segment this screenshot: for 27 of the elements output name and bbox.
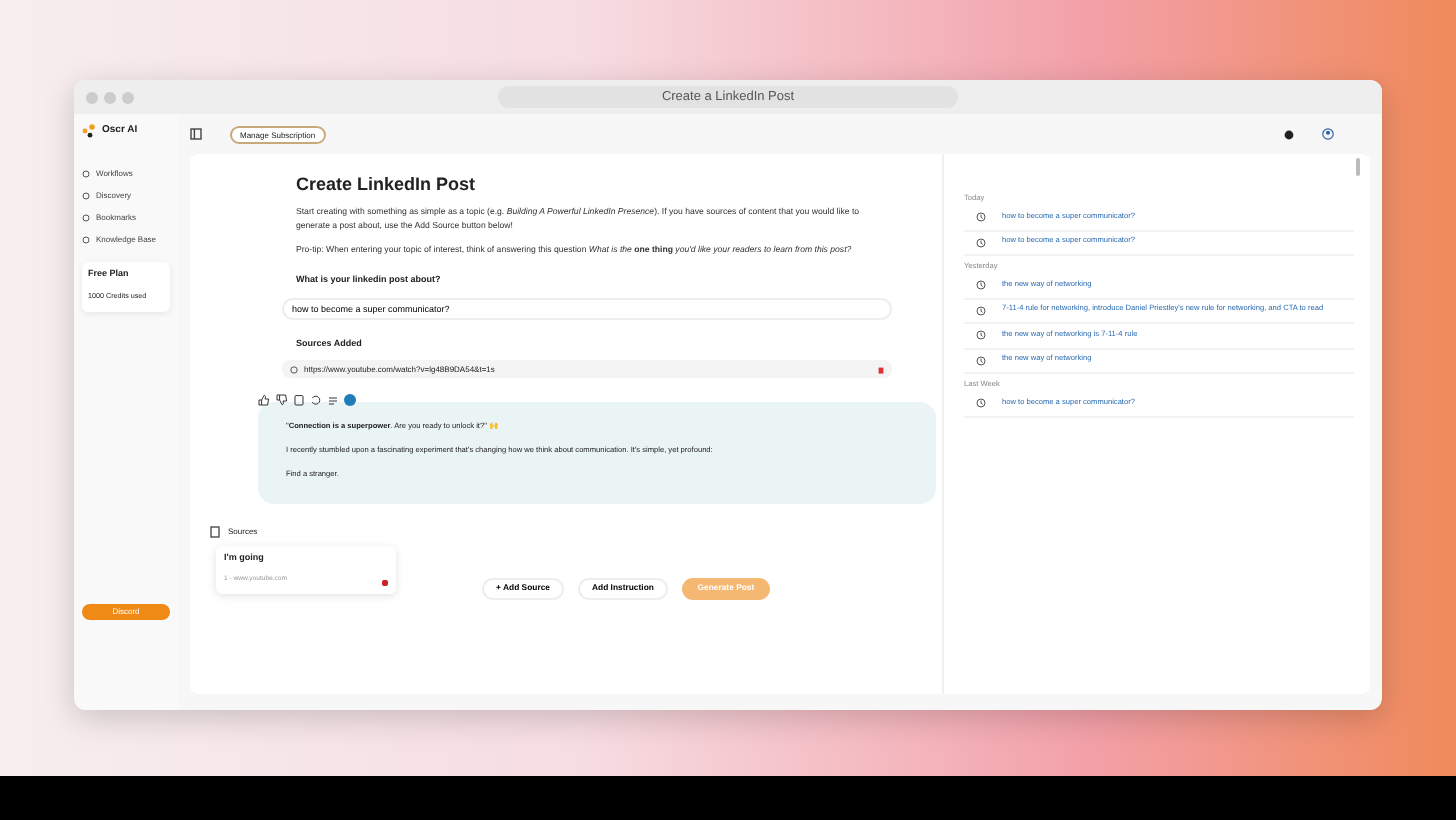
nav-icon xyxy=(82,192,90,200)
clock-icon xyxy=(290,365,298,374)
linkedin-icon[interactable] xyxy=(344,394,356,407)
sidebar-toggle-icon[interactable] xyxy=(190,128,202,140)
book-icon xyxy=(210,526,220,539)
history-icon xyxy=(976,280,986,291)
refresh-icon[interactable] xyxy=(310,394,322,407)
history-icon xyxy=(976,237,986,248)
nav-icon xyxy=(82,170,90,178)
nav-icon xyxy=(82,236,90,244)
nav-icon xyxy=(82,214,90,222)
text-lines-icon[interactable] xyxy=(328,395,338,406)
copy-icon[interactable] xyxy=(294,394,304,407)
logo-icon xyxy=(82,124,96,139)
thumbs-up-icon[interactable] xyxy=(258,394,270,407)
delete-icon[interactable] xyxy=(382,579,388,586)
scrollbar[interactable] xyxy=(1356,158,1360,176)
user-icon[interactable] xyxy=(1322,128,1334,140)
page-title: Create LinkedIn Post xyxy=(296,174,478,196)
thumbs-down-icon[interactable] xyxy=(276,394,288,407)
history-icon xyxy=(976,398,986,409)
history-icon xyxy=(976,212,986,223)
history-icon xyxy=(976,355,986,366)
trash-icon[interactable] xyxy=(878,365,884,374)
history-icon xyxy=(976,305,986,316)
history-icon xyxy=(976,330,986,341)
theme-icon[interactable] xyxy=(1284,129,1294,139)
